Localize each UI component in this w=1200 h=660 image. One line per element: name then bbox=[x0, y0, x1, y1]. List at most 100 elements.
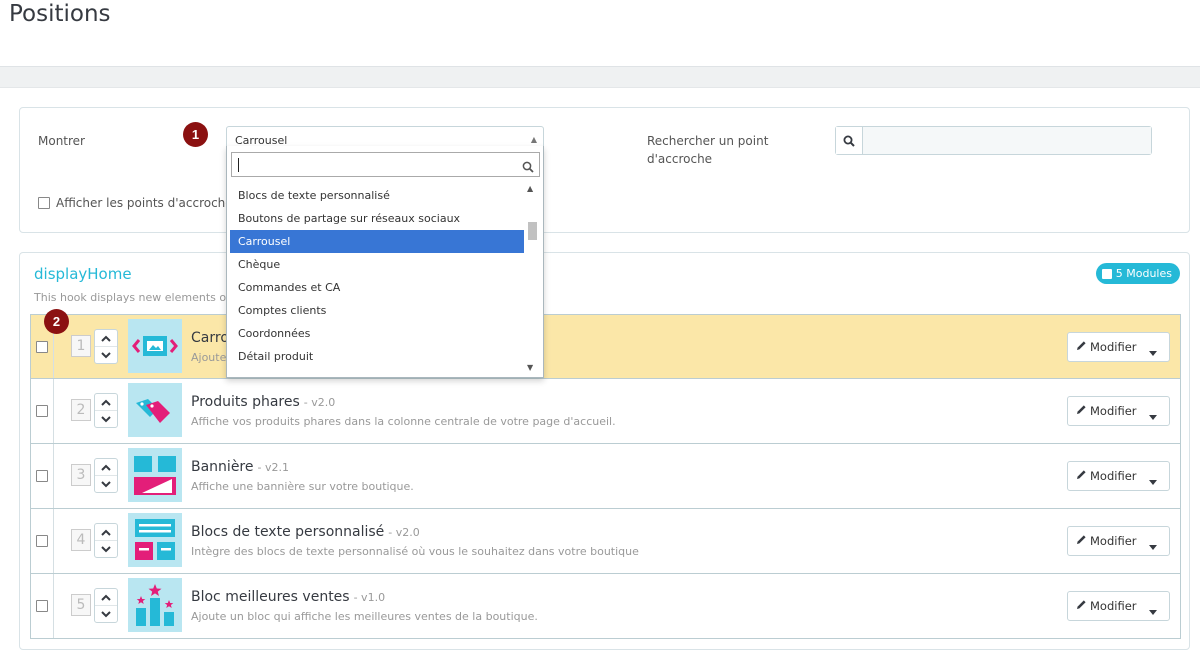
dropdown-option[interactable]: Comptes clients bbox=[230, 299, 524, 322]
featured-products-icon bbox=[128, 383, 182, 437]
modify-button[interactable]: Modifier bbox=[1067, 526, 1170, 556]
module-name: Blocs de texte personnalisé - v2.0 bbox=[191, 524, 420, 540]
module-description: Ajoute un bloc qui affiche les meilleure… bbox=[191, 610, 538, 623]
caret-down-icon[interactable] bbox=[1149, 409, 1157, 423]
move-up-icon[interactable] bbox=[95, 589, 117, 606]
caret-down-icon[interactable] bbox=[1149, 474, 1157, 488]
row-divider bbox=[53, 574, 54, 638]
module-checkbox[interactable] bbox=[36, 341, 48, 353]
module-name: Bloc meilleures ventes - v1.0 bbox=[191, 589, 385, 605]
page-title: Positions bbox=[9, 1, 111, 27]
row-divider bbox=[53, 509, 54, 573]
move-down-icon[interactable] bbox=[95, 347, 117, 364]
modify-button-label: Modifier bbox=[1090, 469, 1137, 483]
pencil-icon bbox=[1076, 404, 1087, 418]
module-name: Produits phares - v2.0 bbox=[191, 394, 335, 410]
move-up-icon[interactable] bbox=[95, 330, 117, 347]
scrollbar-thumb[interactable] bbox=[528, 222, 537, 240]
dropdown-option[interactable]: Blocs de texte personnalisé bbox=[230, 184, 524, 207]
module-description: Affiche une bannière sur votre boutique. bbox=[191, 480, 414, 493]
module-version: - v2.0 bbox=[303, 396, 336, 409]
modify-button-label: Modifier bbox=[1090, 340, 1137, 354]
dropdown-option[interactable]: Coordonnées bbox=[230, 322, 524, 345]
modify-button[interactable]: Modifier bbox=[1067, 396, 1170, 426]
show-hooks-label: Afficher les points d'accroche bbox=[56, 196, 233, 210]
move-up-icon[interactable] bbox=[95, 394, 117, 411]
move-down-icon[interactable] bbox=[95, 606, 117, 623]
module-list: 1 Carro Ajoute Modifier 2 Produits phare… bbox=[30, 314, 1181, 639]
module-name: Bannière - v2.1 bbox=[191, 459, 289, 475]
scroll-down-icon[interactable]: ▼ bbox=[527, 363, 533, 372]
best-sellers-icon bbox=[128, 578, 182, 632]
callout-badge-1: 1 bbox=[183, 122, 208, 147]
module-description: Affiche vos produits phares dans la colo… bbox=[191, 415, 616, 428]
module-version: - v2.1 bbox=[257, 461, 289, 474]
module-version: - v2.0 bbox=[388, 526, 420, 539]
scroll-up-icon[interactable]: ▲ bbox=[527, 184, 533, 193]
module-row: 4 Blocs de texte personnalisé - v2.0 Intè… bbox=[30, 509, 1181, 574]
pencil-icon bbox=[1076, 469, 1087, 483]
dropdown-option-selected[interactable]: Carrousel bbox=[230, 230, 524, 253]
position-number: 3 bbox=[71, 464, 91, 486]
reorder-arrows bbox=[94, 523, 118, 558]
carousel-icon bbox=[128, 319, 182, 373]
module-name-text: Bloc meilleures ventes bbox=[191, 589, 350, 605]
module-name-text: Carro bbox=[191, 330, 229, 346]
modify-button-label: Modifier bbox=[1090, 599, 1137, 613]
position-number: 4 bbox=[71, 529, 91, 551]
module-row: 3 Bannière - v2.1 Affiche une bannière su… bbox=[30, 444, 1181, 509]
reorder-arrows bbox=[94, 393, 118, 428]
hook-panel: displayHome This hook displays new eleme… bbox=[19, 252, 1190, 650]
dropdown-options: Blocs de texte personnalisé Boutons de p… bbox=[230, 184, 524, 368]
module-description: Ajoute bbox=[191, 351, 227, 364]
reorder-arrows bbox=[94, 588, 118, 623]
hook-description: This hook displays new elements on bbox=[34, 291, 234, 304]
module-checkbox[interactable] bbox=[36, 470, 48, 482]
show-hooks-checkbox[interactable] bbox=[38, 197, 50, 209]
show-hooks-toggle[interactable]: Afficher les points d'accroche bbox=[38, 196, 233, 210]
modules-count-label: 5 Modules bbox=[1115, 267, 1172, 280]
modify-button-label: Modifier bbox=[1090, 534, 1137, 548]
modules-count-badge[interactable]: 5 Modules bbox=[1095, 263, 1180, 284]
module-row: 1 Carro Ajoute Modifier bbox=[30, 314, 1181, 379]
search-icon bbox=[522, 158, 534, 177]
select-all-checkbox[interactable] bbox=[1101, 268, 1112, 279]
move-down-icon[interactable] bbox=[95, 411, 117, 428]
caret-down-icon[interactable] bbox=[1149, 539, 1157, 553]
module-name-text: Blocs de texte personnalisé bbox=[191, 524, 385, 540]
search-hook-label: Rechercher un point d'accroche bbox=[647, 134, 769, 166]
modify-button[interactable]: Modifier bbox=[1067, 461, 1170, 491]
module-checkbox[interactable] bbox=[36, 600, 48, 612]
position-number: 2 bbox=[71, 399, 91, 421]
reorder-arrows bbox=[94, 329, 118, 364]
module-name-text: Produits phares bbox=[191, 394, 300, 410]
dropdown-option[interactable]: Boutons de partage sur réseaux sociaux bbox=[230, 207, 524, 230]
dropdown-search-input[interactable] bbox=[231, 152, 540, 177]
pencil-icon bbox=[1076, 599, 1087, 613]
move-down-icon[interactable] bbox=[95, 476, 117, 493]
move-up-icon[interactable] bbox=[95, 524, 117, 541]
text-cursor bbox=[238, 158, 239, 172]
caret-down-icon[interactable] bbox=[1149, 345, 1157, 359]
position-number: 5 bbox=[71, 594, 91, 616]
caret-down-icon[interactable] bbox=[1149, 604, 1157, 618]
module-row: 2 Produits phares - v2.0 Affiche vos prod… bbox=[30, 379, 1181, 444]
dropdown-option[interactable]: Chèque bbox=[230, 253, 524, 276]
search-icon bbox=[836, 127, 863, 154]
dropdown-option[interactable]: Commandes et CA bbox=[230, 276, 524, 299]
module-description: Intègre des blocs de texte personnalisé … bbox=[191, 545, 639, 558]
module-select-dropdown: Blocs de texte personnalisé Boutons de p… bbox=[226, 146, 544, 378]
hook-search-input[interactable] bbox=[863, 127, 1151, 154]
module-checkbox[interactable] bbox=[36, 405, 48, 417]
dropdown-option[interactable]: Détail produit bbox=[230, 345, 524, 368]
move-down-icon[interactable] bbox=[95, 541, 117, 558]
modify-button[interactable]: Modifier bbox=[1067, 591, 1170, 621]
show-label: Montrer bbox=[38, 134, 85, 148]
move-up-icon[interactable] bbox=[95, 459, 117, 476]
module-checkbox[interactable] bbox=[36, 535, 48, 547]
modify-button[interactable]: Modifier bbox=[1067, 332, 1170, 362]
pencil-icon bbox=[1076, 534, 1087, 548]
module-name-text: Bannière bbox=[191, 459, 254, 475]
module-version: - v1.0 bbox=[353, 591, 386, 604]
dropdown-scrollbar[interactable]: ▲ ▼ bbox=[525, 182, 539, 374]
